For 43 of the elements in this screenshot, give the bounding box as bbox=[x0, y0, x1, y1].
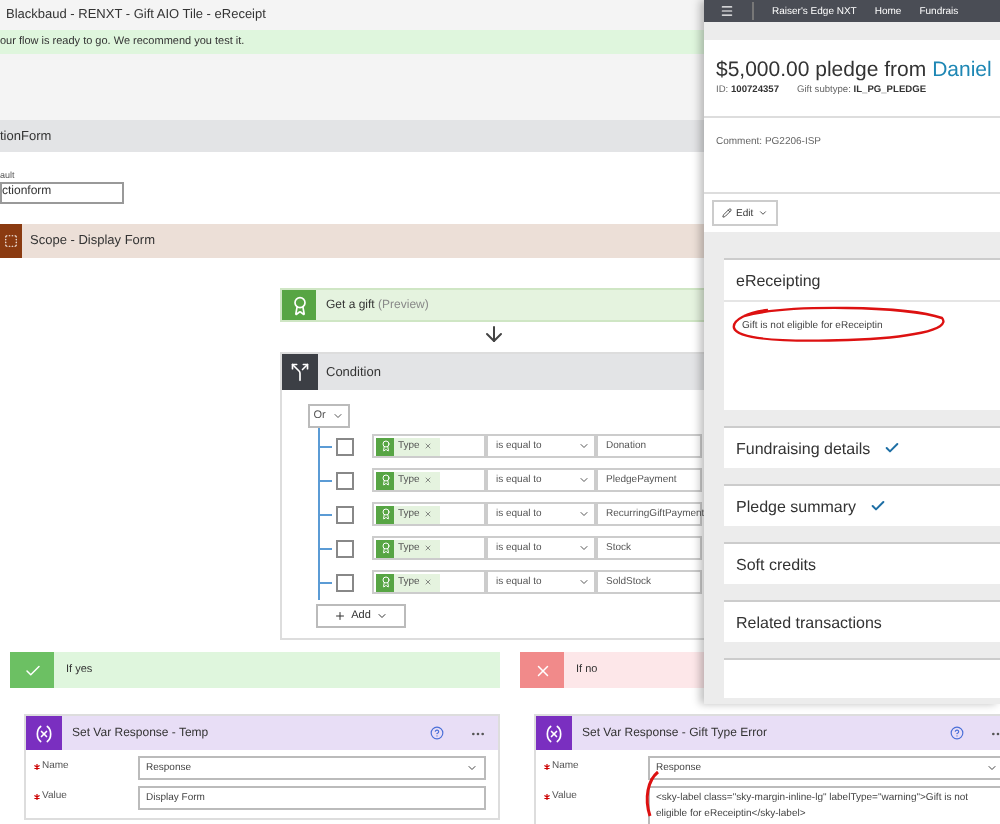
chevron-down-icon bbox=[376, 610, 389, 622]
close-icon bbox=[533, 661, 551, 679]
donor-link[interactable]: Daniel bbox=[932, 58, 992, 82]
required-icon bbox=[34, 793, 40, 799]
chevron-down-icon bbox=[578, 508, 590, 520]
required-icon bbox=[544, 793, 550, 799]
chevron-down-icon bbox=[466, 762, 478, 774]
pencil-icon bbox=[722, 208, 732, 218]
award-icon bbox=[289, 295, 309, 315]
chevron-down-icon bbox=[578, 542, 590, 554]
section-title[interactable]: Soft credits bbox=[736, 555, 817, 573]
checkbox[interactable] bbox=[336, 539, 354, 557]
variable-icon bbox=[544, 723, 564, 743]
section-title[interactable]: eReceipting bbox=[736, 271, 821, 289]
required-icon bbox=[544, 763, 550, 769]
chevron-down-icon bbox=[757, 208, 768, 218]
gift-title: $5,000.00 pledge from bbox=[716, 58, 927, 82]
award-icon bbox=[379, 508, 391, 520]
chevron-down-icon bbox=[986, 762, 998, 774]
chevron-down-icon bbox=[578, 576, 590, 588]
scope-icon bbox=[4, 234, 18, 248]
help-icon[interactable] bbox=[430, 726, 444, 740]
award-icon bbox=[379, 474, 391, 486]
award-icon bbox=[379, 576, 391, 588]
award-icon bbox=[379, 542, 391, 554]
annotation-mark bbox=[644, 770, 660, 818]
required-icon bbox=[34, 763, 40, 769]
arrow-down-icon bbox=[482, 322, 506, 346]
chevron-down-icon bbox=[578, 440, 590, 452]
checkbox[interactable] bbox=[336, 573, 354, 591]
checkbox[interactable] bbox=[336, 505, 354, 523]
award-icon bbox=[379, 440, 391, 452]
plus-icon bbox=[333, 610, 346, 622]
variable-icon bbox=[34, 723, 54, 743]
chevron-down-icon bbox=[578, 474, 590, 486]
checkbox[interactable] bbox=[336, 437, 354, 455]
branch-icon bbox=[290, 362, 310, 382]
checkbox[interactable] bbox=[336, 471, 354, 489]
chevron-down-icon bbox=[332, 410, 345, 422]
menu-icon[interactable] bbox=[720, 4, 734, 18]
help-icon[interactable] bbox=[950, 726, 964, 740]
check-icon bbox=[23, 661, 41, 679]
section-title[interactable]: Pledge summary bbox=[736, 497, 857, 515]
